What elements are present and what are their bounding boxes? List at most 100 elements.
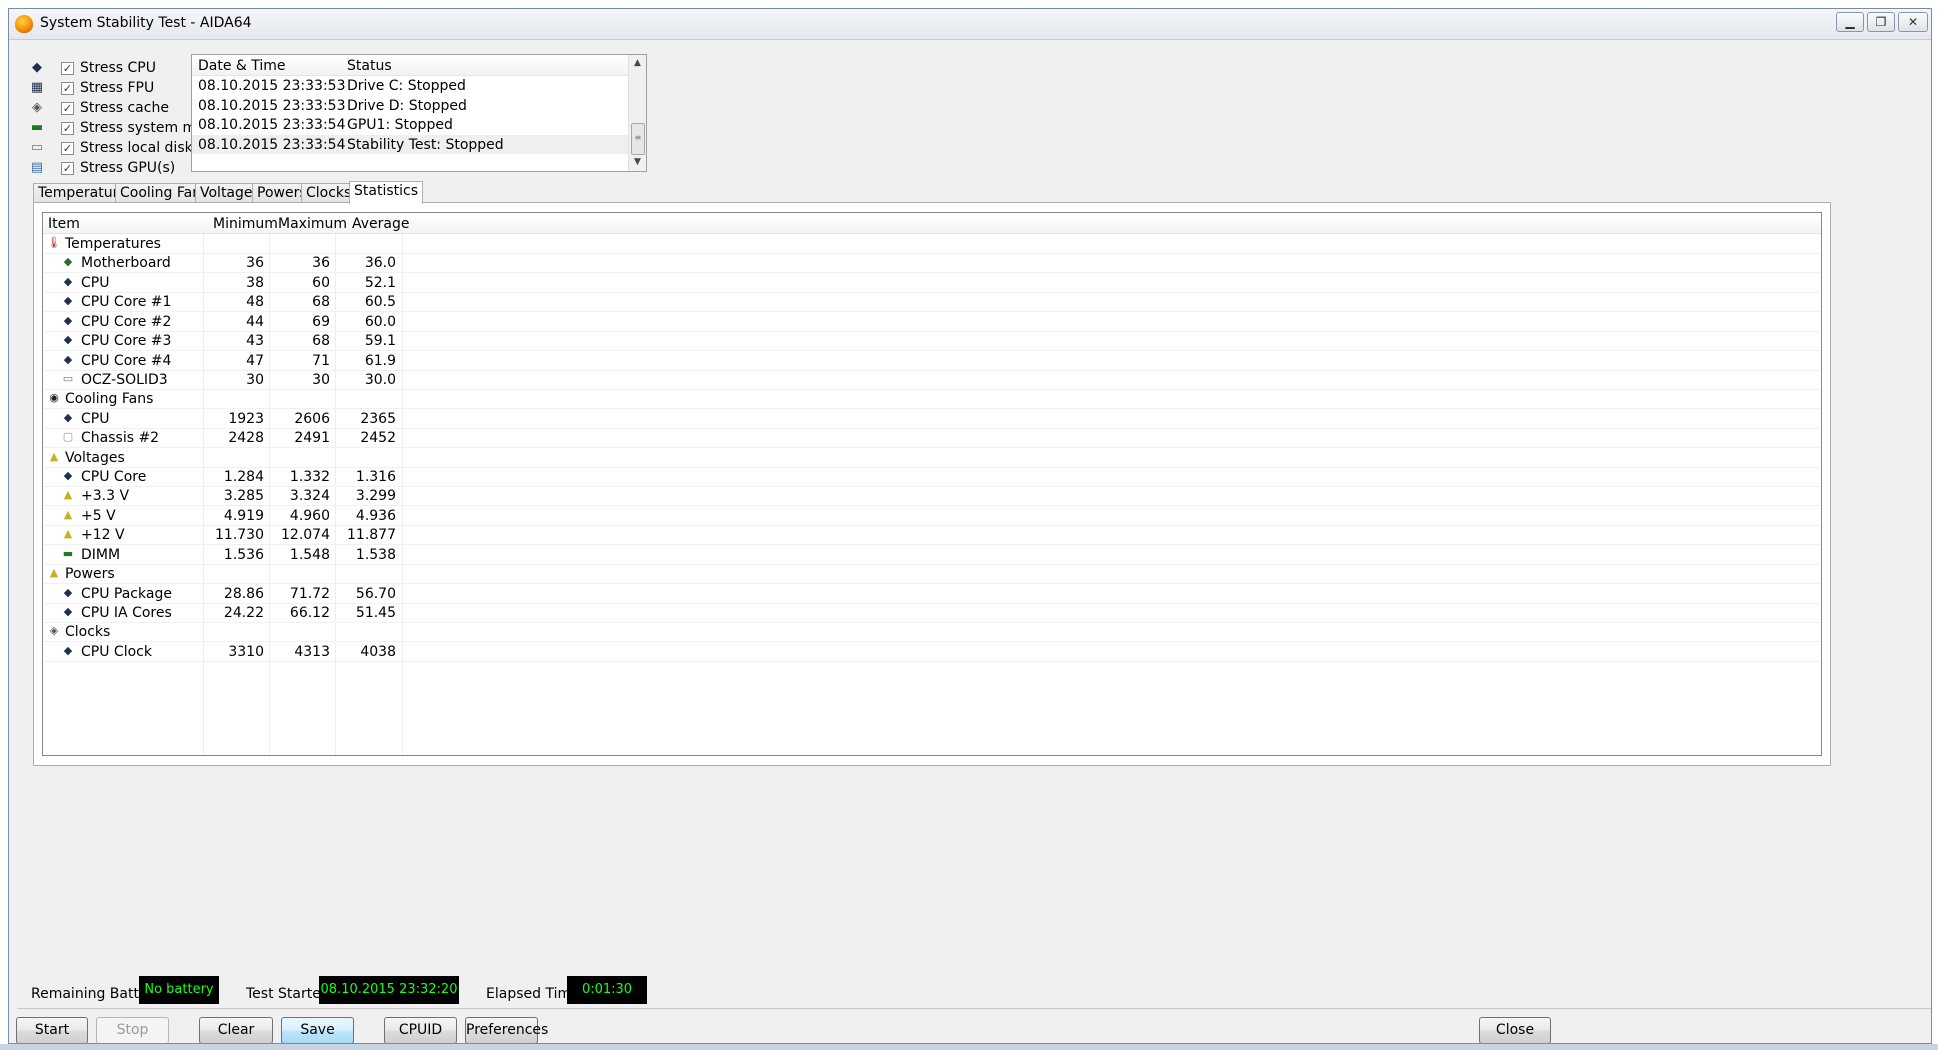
stats-col-minimum[interactable]: Minimum	[213, 216, 278, 232]
stress-checkbox[interactable]: ✓	[61, 102, 74, 115]
stats-item-name: CPU Package	[81, 585, 172, 602]
log-col-datetime[interactable]: Date & Time	[198, 58, 286, 74]
stats-group-row[interactable]: ▲ Powers	[43, 564, 1821, 585]
stress-checkbox[interactable]: ✓	[61, 142, 74, 155]
stats-avg-value: 60.5	[364, 294, 396, 311]
cpuid-button[interactable]: CPUID	[384, 1017, 457, 1043]
log-datetime: 08.10.2015 23:33:53	[198, 97, 346, 114]
disk-icon: ▭	[62, 371, 74, 385]
cpu-icon: ◆	[63, 585, 73, 599]
stats-row[interactable]: ◆ CPU Core #4 47 71 61.9	[43, 351, 1821, 371]
stats-item-name: CPU Core #4	[81, 352, 172, 369]
stats-min-value: 30	[246, 371, 264, 388]
stats-row[interactable]: ▭ OCZ-SOLID3 30 30 30.0	[43, 370, 1821, 390]
log-status: Drive C: Stopped	[347, 78, 466, 94]
stats-item-name: CPU Core	[81, 469, 147, 486]
start-button[interactable]: Start	[16, 1017, 88, 1043]
stats-group-row[interactable]: ◉ Cooling Fans	[43, 389, 1821, 410]
stress-option-label[interactable]: Stress GPU(s)	[80, 160, 175, 176]
stats-row[interactable]: ◆ CPU Clock 3310 4313 4038	[43, 642, 1821, 662]
tab-statistics[interactable]: Statistics	[349, 181, 423, 204]
scroll-down-icon[interactable]: ▼	[629, 154, 646, 171]
stats-row[interactable]: ▢ Chassis #2 2428 2491 2452	[43, 428, 1821, 449]
stats-avg-value: 56.70	[355, 585, 396, 602]
stats-row[interactable]: ◆ CPU 1923 2606 2365	[43, 409, 1821, 429]
save-button[interactable]: Save	[281, 1017, 354, 1043]
stats-row[interactable]: ◆ CPU Core #1 48 68 60.5	[43, 292, 1821, 313]
stats-avg-value: 52.1	[364, 274, 396, 291]
stats-row[interactable]: ◆ CPU Package 28.86 71.72 56.70	[43, 584, 1821, 604]
statistics-table[interactable]: Item Minimum Maximum Average 🌡 Temperatur…	[42, 212, 1822, 756]
stress-checkbox[interactable]: ✓	[61, 82, 74, 95]
stats-row[interactable]: ◆ CPU Core 1.284 1.332 1.316	[43, 467, 1821, 488]
log-row[interactable]: 08.10.2015 23:33:54 GPU1: Stopped	[192, 115, 628, 134]
preferences-button[interactable]: Preferences	[465, 1017, 548, 1043]
stats-avg-value: 30.0	[364, 371, 396, 388]
stats-row[interactable]: ◆ CPU IA Cores 24.22 66.12 51.45	[43, 603, 1821, 623]
stats-min-value: 43	[246, 333, 264, 350]
stress-checkbox[interactable]: ✓	[61, 122, 74, 135]
scroll-thumb[interactable]: ≡	[631, 123, 645, 155]
log-scrollbar[interactable]: ▲ ≡ ▼	[628, 55, 646, 171]
close-button[interactable]: Close	[1479, 1017, 1551, 1043]
stop-button[interactable]: Stop	[96, 1017, 169, 1043]
stats-item-name: Powers	[65, 566, 115, 583]
stats-row[interactable]: ▲ +3.3 V 3.285 3.324 3.299	[43, 486, 1821, 507]
stats-item-name: OCZ-SOLID3	[81, 371, 168, 388]
stats-item-name: DIMM	[81, 546, 121, 563]
battery-value: No battery	[139, 976, 219, 1004]
stress-option-label[interactable]: Stress local disks	[80, 140, 200, 156]
scroll-up-icon[interactable]: ▲	[629, 55, 646, 72]
stats-col-average[interactable]: Average	[352, 216, 410, 232]
stats-group-row[interactable]: 🌡 Temperatures	[43, 234, 1821, 254]
stress-option-label[interactable]: Stress cache	[80, 100, 169, 116]
log-row[interactable]: 08.10.2015 23:33:53 Drive C: Stopped	[192, 76, 628, 95]
log-col-status[interactable]: Status	[347, 58, 392, 74]
stress-option-label[interactable]: Stress FPU	[80, 80, 154, 96]
stats-row[interactable]: ◆ CPU Core #2 44 69 60.0	[43, 312, 1821, 332]
stats-max-value: 3.324	[289, 488, 330, 505]
stress-checkbox[interactable]: ✓	[61, 162, 74, 175]
event-log-list[interactable]: Date & Time Status 08.10.2015 23:33:53 Dr…	[191, 54, 647, 172]
stats-col-maximum[interactable]: Maximum	[278, 216, 347, 232]
stress-checkbox[interactable]: ✓	[61, 62, 74, 75]
clear-button[interactable]: Clear	[199, 1017, 273, 1043]
stats-min-value: 48	[246, 294, 264, 311]
stats-row[interactable]: ▲ +5 V 4.919 4.960 4.936	[43, 506, 1821, 526]
close-window-button[interactable]: ✕	[1898, 12, 1928, 32]
stats-min-value: 24.22	[223, 604, 264, 621]
stats-row[interactable]: ▲ +12 V 11.730 12.074 11.877	[43, 525, 1821, 546]
stats-group-row[interactable]: ◈ Clocks	[43, 622, 1821, 643]
stats-min-value: 3310	[228, 643, 264, 660]
stats-avg-value: 3.299	[355, 488, 396, 505]
stats-group-row[interactable]: ▲ Voltages	[43, 448, 1821, 468]
stats-max-value: 69	[312, 313, 330, 330]
cpu-icon: ◆	[63, 604, 73, 618]
stats-max-value: 1.332	[289, 469, 330, 486]
stats-row[interactable]: ◆ CPU Core #3 43 68 59.1	[43, 331, 1821, 352]
stats-avg-value: 59.1	[364, 333, 396, 350]
stats-row[interactable]: ▬ DIMM 1.536 1.548 1.538	[43, 545, 1821, 565]
chassis-icon: ▢	[62, 430, 74, 444]
log-row[interactable]: 08.10.2015 23:33:53 Drive D: Stopped	[192, 96, 628, 115]
cpu-icon: ◆	[63, 333, 73, 347]
minimize-button[interactable]: ▁	[1836, 12, 1864, 32]
stress-option-label[interactable]: Stress CPU	[80, 60, 156, 76]
title-bar[interactable]: System Stability Test - AIDA64 ▁ ❐ ✕	[9, 9, 1931, 40]
stats-col-item[interactable]: Item	[48, 216, 80, 232]
stats-max-value: 66.12	[289, 604, 330, 621]
stats-avg-value: 2365	[360, 410, 396, 427]
stats-max-value: 60	[312, 274, 330, 291]
cache-icon: ◈	[32, 100, 42, 115]
log-status: Drive D: Stopped	[347, 97, 467, 114]
stats-item-name: CPU Core #1	[81, 294, 172, 311]
restore-button[interactable]: ❐	[1867, 12, 1895, 32]
cpu-icon: ◆	[63, 313, 73, 327]
stats-item-name: Chassis #2	[81, 430, 160, 447]
stats-max-value: 68	[312, 294, 330, 311]
minimize-icon: ▁	[1845, 15, 1855, 29]
clock-icon: ◈	[49, 624, 59, 638]
stats-row[interactable]: ◆ CPU 38 60 52.1	[43, 273, 1821, 293]
log-row[interactable]: 08.10.2015 23:33:54 Stability Test: Stopp…	[192, 134, 628, 154]
stats-row[interactable]: ◆ Motherboard 36 36 36.0	[43, 253, 1821, 274]
